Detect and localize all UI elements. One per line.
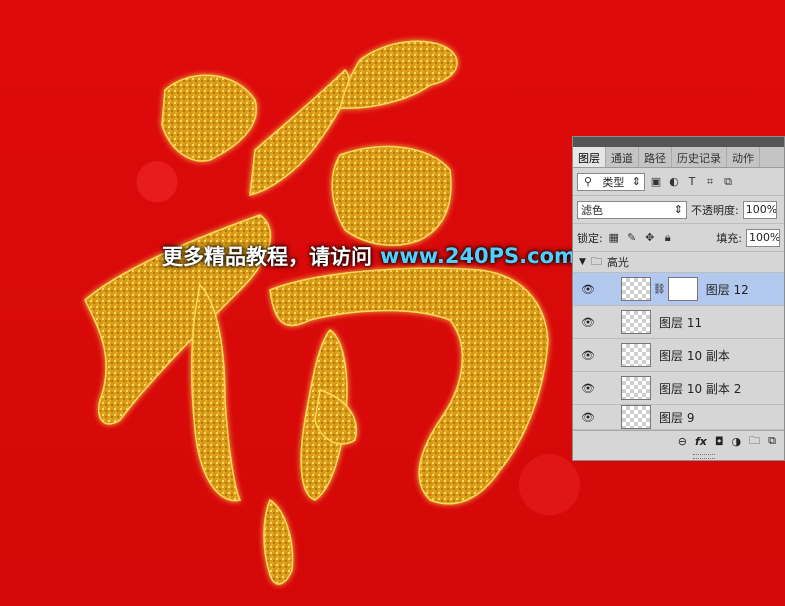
- new-group-folder-icon[interactable]: 🗀: [749, 432, 760, 451]
- layer-thumbnail: [621, 310, 651, 334]
- layer-thumbnail: [621, 405, 651, 429]
- adjustment-filter-icon[interactable]: ◐: [667, 175, 681, 189]
- lock-label: 锁定:: [577, 231, 603, 245]
- layer-thumbnail: [621, 277, 651, 301]
- lock-all-icon[interactable]: 🔒︎: [661, 231, 675, 245]
- shape-filter-icon[interactable]: ⌗: [703, 175, 717, 189]
- mask-icon[interactable]: ◘: [715, 435, 724, 448]
- panel-bottom-bar: ⊖ fx ◘ ◑ 🗀 ⧉: [573, 430, 784, 451]
- type-filter-icon[interactable]: T: [685, 175, 699, 189]
- fill-label: 填充:: [716, 231, 742, 245]
- lock-transparent-icon[interactable]: ▦: [607, 231, 621, 245]
- eye-icon[interactable]: 👁︎: [573, 283, 603, 296]
- layer-name: 图层 11: [659, 315, 703, 330]
- new-layer-icon[interactable]: ⧉: [768, 434, 776, 448]
- resize-grip[interactable]: [693, 454, 715, 459]
- watermark-url: www.240PS.com: [380, 244, 576, 268]
- filter-kind-select[interactable]: ⚲ 类型 ⇕: [577, 172, 645, 191]
- adjustment-icon[interactable]: ◑: [732, 435, 742, 448]
- chain-link-icon[interactable]: ⛓: [653, 284, 666, 295]
- fill-field[interactable]: 100%: [746, 228, 780, 247]
- link-icon[interactable]: ⊖: [678, 435, 687, 448]
- lock-paint-icon[interactable]: ✎: [625, 231, 639, 245]
- eye-icon[interactable]: 👁︎: [573, 349, 603, 362]
- lock-position-icon[interactable]: ✥: [643, 231, 657, 245]
- eye-icon[interactable]: 👁︎: [573, 316, 603, 329]
- blend-mode-value: 滤色: [581, 203, 603, 217]
- group-name: 高光: [606, 256, 629, 269]
- layer-row[interactable]: 👁︎ 图层 10 副本: [573, 339, 784, 372]
- filter-row: ⚲ 类型 ⇕ ▣ ◐ T ⌗ ⧉: [573, 168, 784, 196]
- layer-row[interactable]: 👁︎ 图层 11: [573, 306, 784, 339]
- search-icon: ⚲: [583, 175, 593, 188]
- layer-name: 图层 12: [705, 282, 749, 297]
- eye-icon[interactable]: 👁︎: [573, 382, 603, 395]
- lock-row: 锁定: ▦ ✎ ✥ 🔒︎ 填充: 100%: [573, 224, 784, 252]
- fu-character: [84, 40, 549, 585]
- blend-mode-select[interactable]: 滤色 ⇕: [577, 200, 687, 219]
- smart-object-filter-icon[interactable]: ⧉: [721, 175, 735, 189]
- opacity-field[interactable]: 100%: [742, 200, 777, 219]
- dropdown-icon: ⇕: [631, 175, 641, 188]
- tab-layers[interactable]: 图层: [573, 147, 606, 167]
- tab-actions[interactable]: 动作: [727, 147, 760, 167]
- tab-channels[interactable]: 通道: [606, 147, 639, 167]
- tab-paths[interactable]: 路径: [639, 147, 672, 167]
- dropdown-icon: ⇕: [673, 203, 683, 216]
- layer-row[interactable]: 👁︎ ⛓ 图层 12: [573, 273, 784, 306]
- fx-icon[interactable]: fx: [695, 435, 707, 448]
- layer-row[interactable]: 👁︎ 图层 9: [573, 405, 784, 430]
- filter-kind-value: 类型: [602, 175, 625, 189]
- opacity-label: 不透明度:: [691, 203, 739, 217]
- watermark: 更多精品教程，请访问 www.240PS.com: [162, 240, 576, 272]
- layer-thumbnail: [621, 343, 651, 367]
- watermark-text: 更多精品教程，请访问: [162, 245, 372, 269]
- layer-group[interactable]: ▼ 🗀 高光: [573, 252, 784, 273]
- blend-row: 滤色 ⇕ 不透明度: 100%: [573, 196, 784, 224]
- layer-name: 图层 10 副本: [659, 348, 730, 363]
- panel-tabs: 图层 通道 路径 历史记录 动作: [573, 147, 784, 168]
- eye-icon[interactable]: 👁︎: [573, 411, 603, 424]
- pixel-filter-icon[interactable]: ▣: [649, 175, 663, 189]
- disclosure-triangle-icon[interactable]: ▼: [579, 257, 586, 267]
- layer-row[interactable]: 👁︎ 图层 10 副本 2: [573, 372, 784, 405]
- layer-name: 图层 10 副本 2: [659, 381, 742, 396]
- layer-mask-thumbnail[interactable]: [667, 277, 698, 301]
- layers-panel: 图层 通道 路径 历史记录 动作 ⚲ 类型 ⇕ ▣ ◐ T ⌗ ⧉ 滤色 ⇕ 不…: [572, 136, 785, 461]
- layer-name: 图层 9: [659, 410, 695, 425]
- panel-title-bar[interactable]: [573, 137, 784, 147]
- folder-icon: 🗀: [590, 254, 602, 268]
- tab-history[interactable]: 历史记录: [672, 147, 727, 167]
- layer-thumbnail: [621, 376, 651, 400]
